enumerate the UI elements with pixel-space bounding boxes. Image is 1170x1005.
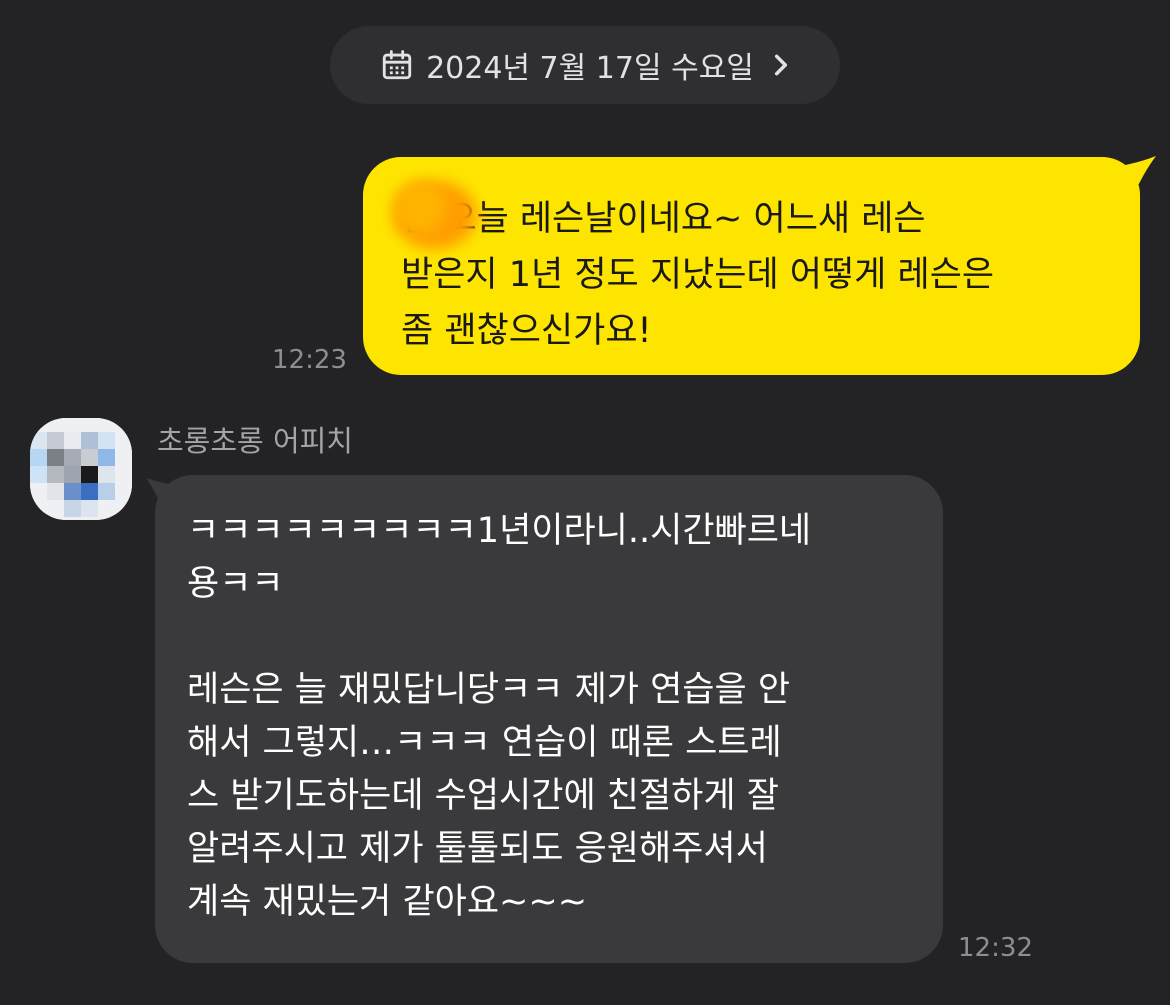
chevron-right-icon — [774, 54, 787, 76]
date-label: 2024년 7월 17일 수요일 — [426, 51, 754, 86]
date-divider[interactable]: 2024년 7월 17일 수요일 — [330, 26, 840, 104]
redaction-blur — [393, 181, 477, 249]
timestamp: 12:23 — [272, 345, 347, 375]
sender-avatar[interactable] — [30, 418, 132, 520]
incoming-message-bubble[interactable]: ㅋㅋㅋㅋㅋㅋㅋㅋㅋ1년이라니..시간빠르네 용ㅋㅋ 레슨은 늘 재밌답니당ㅋㅋ … — [155, 475, 943, 963]
sender-name: 초롱초롱 어피치 — [157, 424, 353, 458]
pixelated-avatar-image — [30, 418, 132, 520]
timestamp: 12:32 — [958, 933, 1033, 963]
calendar-icon — [382, 50, 412, 80]
